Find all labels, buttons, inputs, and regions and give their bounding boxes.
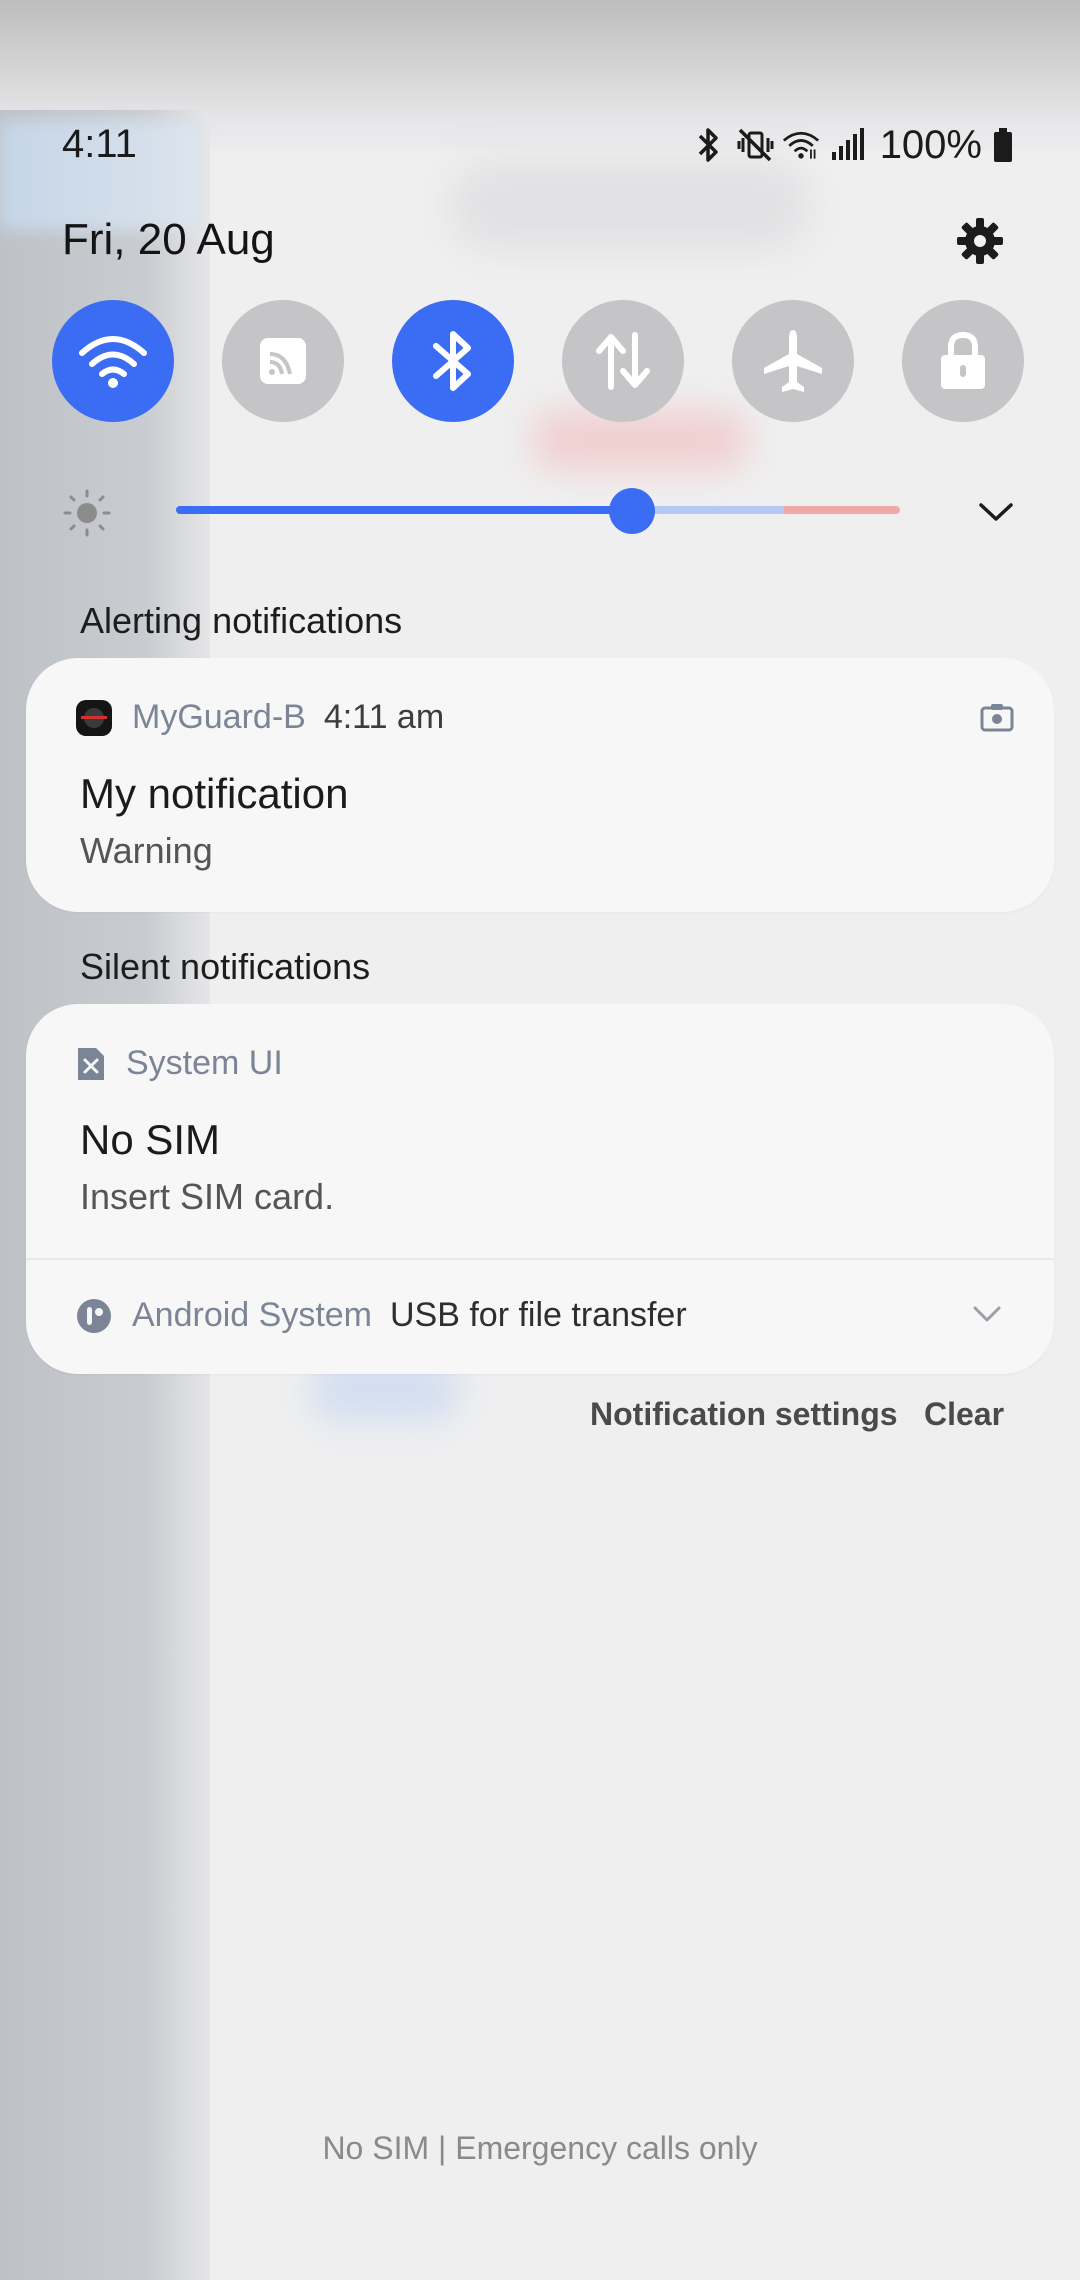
myguard-app-icon xyxy=(76,699,112,736)
wifi-icon xyxy=(782,125,820,165)
status-icons: 100% xyxy=(690,120,1016,170)
clear-button[interactable]: Clear xyxy=(924,1396,1004,1433)
chevron-down-icon xyxy=(979,503,1013,521)
brightness-row xyxy=(0,470,1080,550)
data-transfer-icon xyxy=(596,332,650,390)
toggle-wifi[interactable] xyxy=(52,300,174,422)
notification-card-no-sim[interactable]: System UI No SIM Insert SIM card. xyxy=(26,1004,1054,1258)
battery-percent: 100% xyxy=(879,122,982,167)
notification-text: Warning xyxy=(80,830,213,871)
notification-header: System UI xyxy=(76,1044,283,1083)
bluetooth-icon xyxy=(433,331,471,391)
toggle-airplane-mode[interactable] xyxy=(732,300,854,422)
chevron-down-icon xyxy=(973,1306,1001,1322)
date-text: Fri, 20 Aug xyxy=(62,215,275,264)
bluetooth-icon xyxy=(690,125,728,165)
silent-notifications-card: System UI No SIM Insert SIM card. Androi… xyxy=(26,1004,1054,1374)
notification-text: Insert SIM card. xyxy=(80,1176,335,1217)
notification-card-myguard[interactable]: MyGuard-B 4:11 am My notification Warnin… xyxy=(26,658,1054,912)
nfc-icon xyxy=(260,338,306,384)
alerting-notifications-heading: Alerting notifications xyxy=(80,600,403,641)
camera-icon xyxy=(980,704,1014,732)
notification-header: MyGuard-B 4:11 am xyxy=(76,698,444,737)
brightness-slider[interactable] xyxy=(176,506,900,514)
brightness-slider-thumb[interactable] xyxy=(609,488,656,534)
airplane-icon xyxy=(764,330,822,392)
battery-icon xyxy=(990,125,1016,165)
notification-time: 4:11 am xyxy=(323,698,445,736)
expand-panel-button[interactable] xyxy=(974,490,1018,534)
lock-icon xyxy=(941,331,985,389)
notification-actions: Notification settings Clear xyxy=(0,1396,1080,1456)
status-bar: 4:11 100% xyxy=(0,110,1080,180)
toggle-mobile-data[interactable] xyxy=(562,300,684,422)
notification-settings-button[interactable]: Notification settings xyxy=(590,1396,898,1433)
notification-header: Android System USB for file transfer xyxy=(76,1296,687,1335)
toggle-lock[interactable] xyxy=(902,300,1024,422)
date-row: Fri, 20 Aug xyxy=(0,205,1080,275)
settings-button[interactable] xyxy=(952,213,1008,269)
android-system-icon xyxy=(77,1298,111,1333)
expand-notification-button[interactable] xyxy=(972,1304,1002,1329)
notification-text: USB for file transfer xyxy=(390,1296,687,1334)
wifi-icon xyxy=(79,336,147,388)
silent-notifications-heading: Silent notifications xyxy=(80,946,371,987)
carrier-status-text: No SIM | Emergency calls only xyxy=(322,2130,758,2166)
notification-title: My notification xyxy=(80,770,349,817)
gear-icon xyxy=(957,218,1003,264)
notification-card-android-system[interactable]: Android System USB for file transfer xyxy=(26,1260,1054,1374)
vibrate-mute-icon xyxy=(736,125,774,165)
toggle-nfc[interactable] xyxy=(222,300,344,422)
notification-app-name: Android System xyxy=(132,1296,372,1334)
sim-card-icon xyxy=(78,1047,104,1080)
toggle-bluetooth[interactable] xyxy=(392,300,514,422)
brightness-sun-icon xyxy=(63,489,111,537)
quick-toggles xyxy=(52,300,1032,424)
status-time: 4:11 xyxy=(62,122,137,166)
cell-signal-icon xyxy=(828,125,866,165)
notification-app-name: MyGuard-B xyxy=(132,698,306,736)
notification-title: No SIM xyxy=(80,1116,221,1163)
notification-app-name: System UI xyxy=(126,1044,283,1082)
